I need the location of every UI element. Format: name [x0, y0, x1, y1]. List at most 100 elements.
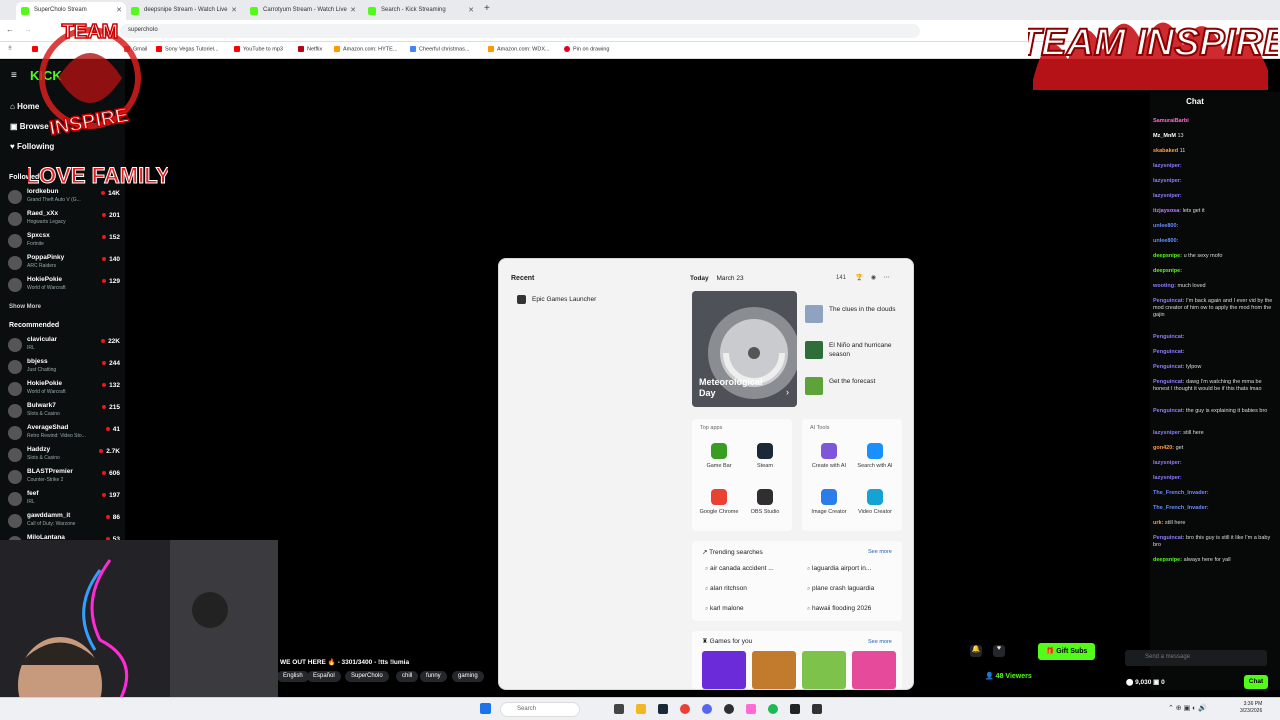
app-tile[interactable]: OBS Studio	[743, 489, 787, 516]
sidebar-channel-item[interactable]: bbjess Just Chatting 244	[8, 358, 122, 380]
logo-right-text: TEAM INSPIRE	[1028, 22, 1278, 64]
channel-avatar	[8, 190, 22, 204]
sidebar-channel-item[interactable]: Bulwark7 Slots & Casino 215	[8, 402, 122, 424]
trending-search-item[interactable]: alan ritchson	[705, 585, 747, 593]
browser-tab-carrotyum[interactable]: Carrotyum Stream - Watch Live ✕	[245, 2, 360, 20]
apps-icon[interactable]: ⠿	[8, 46, 12, 52]
follow-heart-icon[interactable]: ♥	[993, 645, 1005, 657]
app-tile[interactable]: Video Creator	[853, 489, 897, 516]
app-taskbar-icon[interactable]	[812, 704, 822, 714]
new-tab-icon[interactable]: +	[484, 3, 490, 14]
sidebar-channel-item[interactable]: BLASTPremier Counter-Strike 2 606	[8, 468, 122, 490]
close-tab-icon[interactable]: ✕	[468, 6, 474, 14]
obs-taskbar-icon[interactable]	[724, 704, 734, 714]
sidebar-channel-item[interactable]: HokiePokie World of Warcraft 129	[8, 276, 122, 298]
send-chat-button[interactable]: Chat	[1244, 675, 1268, 689]
channel-avatar	[8, 256, 22, 270]
trending-search-item[interactable]: karl malone	[705, 605, 744, 613]
trending-see-more-link[interactable]: See more	[868, 549, 892, 555]
sidebar-channel-item[interactable]: PoppaPinky ARC Raiders 140	[8, 254, 122, 276]
news-item-forecast[interactable]: Get the forecast	[805, 377, 905, 395]
sidebar-channel-item[interactable]: Raed_xXx Hogwarts Legacy 201	[8, 210, 122, 232]
stream-tag[interactable]: SuperCholo	[345, 671, 389, 682]
app-label: Google Chrome	[699, 509, 739, 515]
url-field[interactable]: superchoIo	[120, 24, 920, 38]
app-taskbar-icon[interactable]	[790, 704, 800, 714]
chrome-taskbar-icon[interactable]	[680, 704, 690, 714]
show-more-button[interactable]: Show More	[9, 304, 41, 310]
more-options-icon[interactable]: ⋯	[884, 275, 890, 281]
bookmark-cheerful[interactable]: Cheerful christmas...	[410, 46, 469, 52]
recent-item-epic-games[interactable]: Epic Games Launcher	[517, 295, 596, 304]
channel-points[interactable]: ⬤ 9,030 ▣ 0	[1126, 678, 1165, 686]
bookmark-youtube-mp3[interactable]: YouTube to mp3	[234, 46, 283, 52]
chat-message: lazysniper:	[1153, 163, 1277, 170]
stream-title: WE OUT HERE 🔥 - 3301/3400 - !tts !lumia	[280, 659, 410, 666]
chat-text: get	[1175, 445, 1184, 451]
stream-tag[interactable]: funny	[420, 671, 447, 682]
chat-message: unlee800:	[1153, 238, 1277, 245]
sidebar-channel-item[interactable]: AverageShad Retro Rewind: Video Sto... 41	[8, 424, 122, 446]
app-tile[interactable]: Google Chrome	[697, 489, 741, 516]
chat-message: SamuraiBarbi	[1153, 118, 1277, 125]
sidebar-channel-item[interactable]: lordkebun Grand Theft Auto V (G... 14K	[8, 188, 122, 210]
stream-tag[interactable]: English	[277, 671, 309, 682]
game-tile[interactable]	[702, 651, 746, 689]
trending-search-item[interactable]: plane crash laguardia	[807, 585, 874, 593]
app-tile[interactable]: Game Bar	[697, 443, 741, 470]
sidebar-channel-item[interactable]: Haddzy Slots & Casino 2.7K	[8, 446, 122, 468]
game-tile[interactable]	[852, 651, 896, 689]
windows-start-icon[interactable]	[480, 703, 491, 714]
stream-tag[interactable]: chill	[396, 671, 419, 682]
bookmark-netflix[interactable]: Netflix	[298, 46, 322, 52]
app-tile[interactable]: Search with AI	[853, 443, 897, 470]
sidebar-channel-item[interactable]: clavicular IRL 22K	[8, 336, 122, 358]
news-label: The clues in the clouds	[829, 306, 896, 313]
bookmark-amazon-wdx[interactable]: Amazon.com: WDX...	[488, 46, 550, 52]
sidebar-channel-item[interactable]: Spxcsx Fortnite 152	[8, 232, 122, 254]
file-explorer-icon[interactable]	[636, 704, 646, 714]
system-tray-icons[interactable]: ⌃ ⊕ ▣ ◐ 🔊	[1168, 704, 1207, 712]
taskbar-clock[interactable]: 3:36 PM 3/23/2026	[1240, 701, 1262, 715]
discord-taskbar-icon[interactable]	[702, 704, 712, 714]
steam-taskbar-icon[interactable]	[658, 704, 668, 714]
close-tab-icon[interactable]: ✕	[350, 6, 356, 14]
sidebar-channel-item[interactable]: gawddamm_it Call of Duty: Warzone 86	[8, 512, 122, 534]
task-view-icon[interactable]	[614, 704, 624, 714]
gift-subs-button[interactable]: 🎁 Gift Subs	[1038, 643, 1095, 660]
chat-message-input[interactable]: Send a message	[1125, 650, 1267, 666]
bookmark-amazon-hyte[interactable]: Amazon.com: HYTE...	[334, 46, 397, 52]
channel-category: IRL	[27, 345, 35, 351]
news-item-el-nino[interactable]: El Niño and hurricane season	[805, 341, 905, 359]
trending-search-item[interactable]: laguardia airport in...	[807, 565, 871, 573]
app-tile[interactable]: Steam	[743, 443, 787, 470]
app-taskbar-icon[interactable]	[746, 704, 756, 714]
channel-category: IRL	[27, 499, 35, 505]
back-icon[interactable]: ←	[6, 25, 14, 34]
stream-tag[interactable]: gaming	[452, 671, 484, 682]
trending-search-item[interactable]: air canada accident ...	[705, 565, 774, 573]
chat-username: deepsnipe:	[1153, 253, 1183, 259]
sidebar-channel-item[interactable]: feef IRL 197	[8, 490, 122, 512]
hero-card-meteorological-day[interactable]: Meteorological Day ›	[692, 291, 797, 407]
game-tile[interactable]	[802, 651, 846, 689]
browser-tab-search[interactable]: Search - Kick Streaming ✕	[363, 2, 478, 20]
news-item-clouds[interactable]: The clues in the clouds	[805, 305, 905, 323]
close-tab-icon[interactable]: ✕	[231, 6, 237, 14]
spotify-taskbar-icon[interactable]	[768, 704, 778, 714]
rewards-points[interactable]: 141	[836, 275, 846, 281]
stream-tag[interactable]: Español	[307, 671, 341, 682]
game-tile[interactable]	[752, 651, 796, 689]
app-tile[interactable]: Create with AI	[807, 443, 851, 470]
channel-avatar	[8, 514, 22, 528]
trophy-icon[interactable]: 🏆	[856, 275, 863, 281]
app-tile[interactable]: Image Creator	[807, 489, 851, 516]
sidebar-channel-item[interactable]: HokiePokie World of Warcraft 132	[8, 380, 122, 402]
bookmark-pin[interactable]: Pin on drawing	[564, 46, 609, 52]
notification-bell-icon[interactable]: 🔔	[970, 645, 982, 657]
taskbar-search-box[interactable]: Search	[500, 702, 580, 717]
trending-search-item[interactable]: hawaii flooding 2026	[807, 605, 871, 613]
games-see-more-link[interactable]: See more	[868, 639, 892, 645]
profile-icon[interactable]: ◉	[871, 275, 876, 281]
menu-icon[interactable]: ≡	[11, 70, 17, 81]
